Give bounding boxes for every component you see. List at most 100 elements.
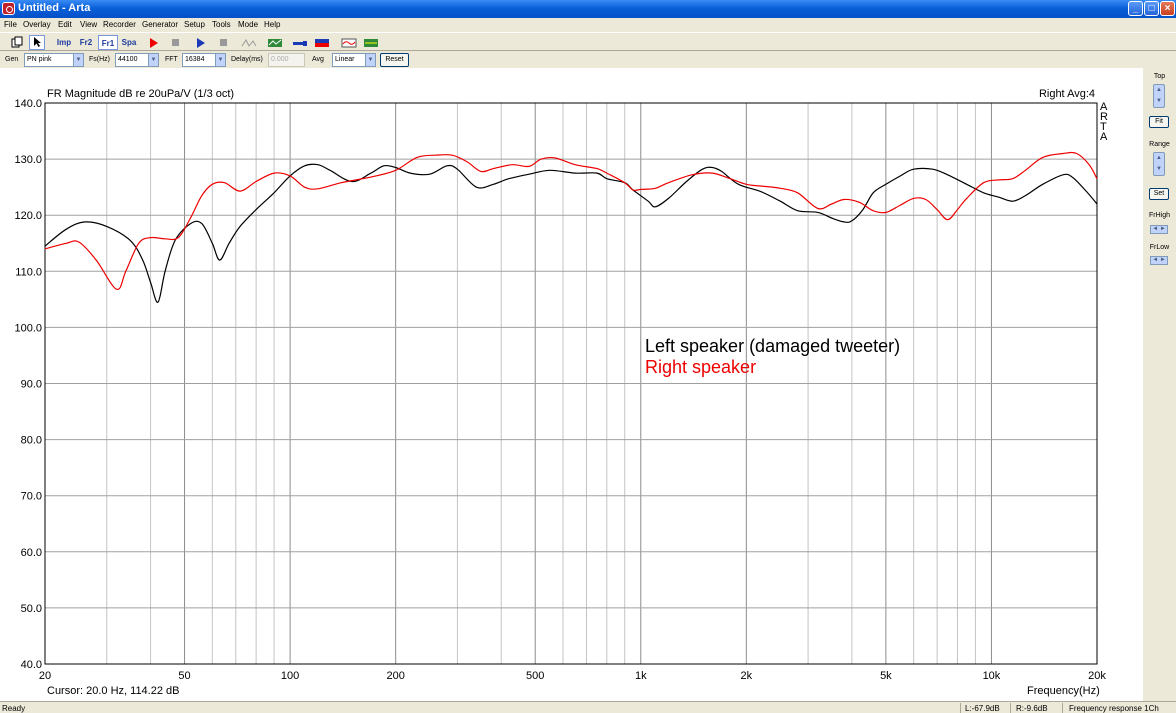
spectrum-mode-button[interactable]: Spa — [119, 35, 139, 50]
status-bar: Ready L:-67.9dB R:-9.6dB Frequency respo… — [0, 701, 1176, 713]
fs-label: Fs(Hz) — [89, 56, 110, 63]
reset-button[interactable]: Reset — [380, 53, 409, 67]
fr-chart[interactable]: 40.050.060.070.080.090.0100.0110.0120.01… — [0, 68, 1143, 701]
y-tick-label: 110.0 — [15, 266, 42, 278]
menu-generator[interactable]: Generator — [142, 20, 178, 29]
x-tick-label: 20 — [39, 670, 51, 682]
frequency-response-plot[interactable]: 40.0 50.0 60.0 70.0 80.0 90.0 100.0 110.0 120.0 1… — [0, 68, 1143, 701]
series-line-left-speaker — [44, 163, 1098, 303]
scale-side-panel: Top ▲ ▼ Fit Range ▲ ▼ Set FrHigh ◄ ► FrLow… — [1143, 68, 1176, 701]
y-tick-label: 120.0 — [14, 210, 42, 222]
chevron-down-icon: ▼ — [215, 54, 225, 66]
y-tick-label: 140.0 — [14, 98, 42, 110]
chevron-down-icon: ▼ — [365, 54, 375, 66]
delay-label: Delay(ms) — [231, 56, 263, 63]
filter-icon[interactable] — [240, 35, 258, 50]
y-tick-label: 70.0 — [21, 491, 42, 503]
arta-app-icon[interactable] — [2, 2, 15, 15]
menu-bar: File Overlay Edit View Recorder Generato… — [0, 18, 1176, 31]
copy-icon[interactable] — [9, 35, 25, 50]
legend-left-speaker: Left speaker (damaged tweeter) — [645, 336, 901, 356]
generator-settings-bar: Gen PN pink ▼ Fs(Hz) 44100 ▼ FFT 16384 ▼… — [0, 52, 1176, 68]
minimize-button[interactable]: _ — [1128, 1, 1143, 16]
record-stop-icon[interactable] — [167, 35, 183, 50]
avg-select-value: Linear — [335, 56, 355, 63]
status-ready: Ready — [2, 704, 26, 713]
frhigh-spinner[interactable]: ◄ ► — [1150, 225, 1168, 234]
main-toolbar: Imp Fr2 Fr1 Spa — [0, 32, 1176, 51]
spin-up-icon[interactable]: ▲ — [1154, 85, 1164, 96]
range-spinner[interactable]: ▲ ▼ — [1153, 152, 1165, 176]
chevron-down-icon: ▼ — [73, 54, 83, 66]
range-label: Range — [1149, 141, 1170, 148]
top-label: Top — [1153, 73, 1166, 80]
signal-icon[interactable] — [291, 35, 309, 50]
scope-icon[interactable] — [340, 35, 358, 50]
gen-select-value: PN pink — [27, 56, 52, 63]
fs-select[interactable]: 44100 ▼ — [115, 53, 159, 67]
fit-button[interactable]: Fit — [1149, 116, 1169, 128]
cursor-icon[interactable] — [29, 35, 45, 50]
fs-select-value: 44100 — [118, 56, 138, 63]
y-tick-label: 50.0 — [21, 603, 42, 615]
legend-right-speaker: Right speaker — [645, 357, 757, 377]
title-bar: Untitled - Arta _ □ × — [0, 0, 1176, 18]
play-icon[interactable] — [193, 35, 209, 50]
menu-setup[interactable]: Setup — [184, 20, 205, 29]
x-tick-label: 200 — [386, 670, 404, 682]
frlow-spinner[interactable]: ◄ ► — [1150, 256, 1168, 265]
fft-label: FFT — [165, 56, 178, 63]
x-tick-label: 2k — [741, 670, 753, 682]
avg-select[interactable]: Linear ▼ — [332, 53, 376, 67]
fr2-mode-button[interactable]: Fr2 — [76, 35, 96, 50]
status-separator — [1062, 703, 1063, 713]
fft-select-value: 16384 — [185, 56, 205, 63]
x-tick-label: 50 — [178, 670, 190, 682]
spin-down-icon[interactable]: ▼ — [1154, 164, 1164, 175]
cursor-readout: Cursor: 20.0 Hz, 114.22 dB — [47, 685, 180, 697]
spin-up-icon[interactable]: ▲ — [1154, 153, 1164, 164]
spin-down-icon[interactable]: ▼ — [1154, 96, 1164, 107]
menu-edit[interactable]: Edit — [58, 20, 72, 29]
menu-file[interactable]: File — [4, 20, 17, 29]
x-tick-label: 5k — [880, 670, 892, 682]
x-tick-label: 1k — [635, 670, 647, 682]
status-separator — [960, 703, 961, 713]
spectrum-icon[interactable] — [362, 35, 380, 50]
fr1-mode-button[interactable]: Fr1 — [98, 35, 118, 50]
menu-recorder[interactable]: Recorder — [103, 20, 136, 29]
delay-input[interactable]: 0.000 — [268, 53, 305, 67]
impulse-mode-button[interactable]: Imp — [54, 35, 74, 50]
menu-view[interactable]: View — [80, 20, 97, 29]
y-tick-label: 90.0 — [21, 379, 42, 391]
x-tick-label: 500 — [526, 670, 544, 682]
menu-help[interactable]: Help — [264, 20, 280, 29]
status-left-level: L:-67.9dB — [965, 704, 1000, 713]
fft-select[interactable]: 16384 ▼ — [182, 53, 226, 67]
record-play-icon[interactable] — [146, 35, 162, 50]
menu-overlay[interactable]: Overlay — [23, 20, 51, 29]
status-right-level: R:-9.6dB — [1016, 704, 1048, 713]
arta-vertical-label: ARTA — [1100, 101, 1108, 143]
plot-channel-status: Right Avg:4 — [1038, 88, 1095, 100]
generator-icon[interactable] — [266, 35, 284, 50]
y-tick-label: 60.0 — [21, 547, 42, 559]
y-tick-label: 100.0 — [14, 322, 42, 334]
set-button[interactable]: Set — [1149, 188, 1169, 200]
window-title: Untitled - Arta — [18, 2, 91, 14]
gen-select[interactable]: PN pink ▼ — [24, 53, 84, 67]
y-tick-label: 130.0 — [14, 154, 42, 166]
frlow-label: FrLow — [1149, 244, 1170, 251]
maximize-button[interactable]: □ — [1144, 1, 1159, 16]
x-tick-label: 10k — [983, 670, 1001, 682]
menu-mode[interactable]: Mode — [238, 20, 258, 29]
close-button[interactable]: × — [1160, 1, 1175, 16]
stop-icon[interactable] — [215, 35, 231, 50]
meter-icon[interactable] — [313, 35, 331, 50]
plot-title: FR Magnitude dB re 20uPa/V (1/3 oct) — [47, 88, 235, 100]
x-tick-label: 100 — [281, 670, 299, 682]
avg-label: Avg — [312, 56, 324, 63]
menu-tools[interactable]: Tools — [212, 20, 231, 29]
top-spinner[interactable]: ▲ ▼ — [1153, 84, 1165, 108]
status-mode: Frequency response 1Ch — [1069, 704, 1159, 713]
